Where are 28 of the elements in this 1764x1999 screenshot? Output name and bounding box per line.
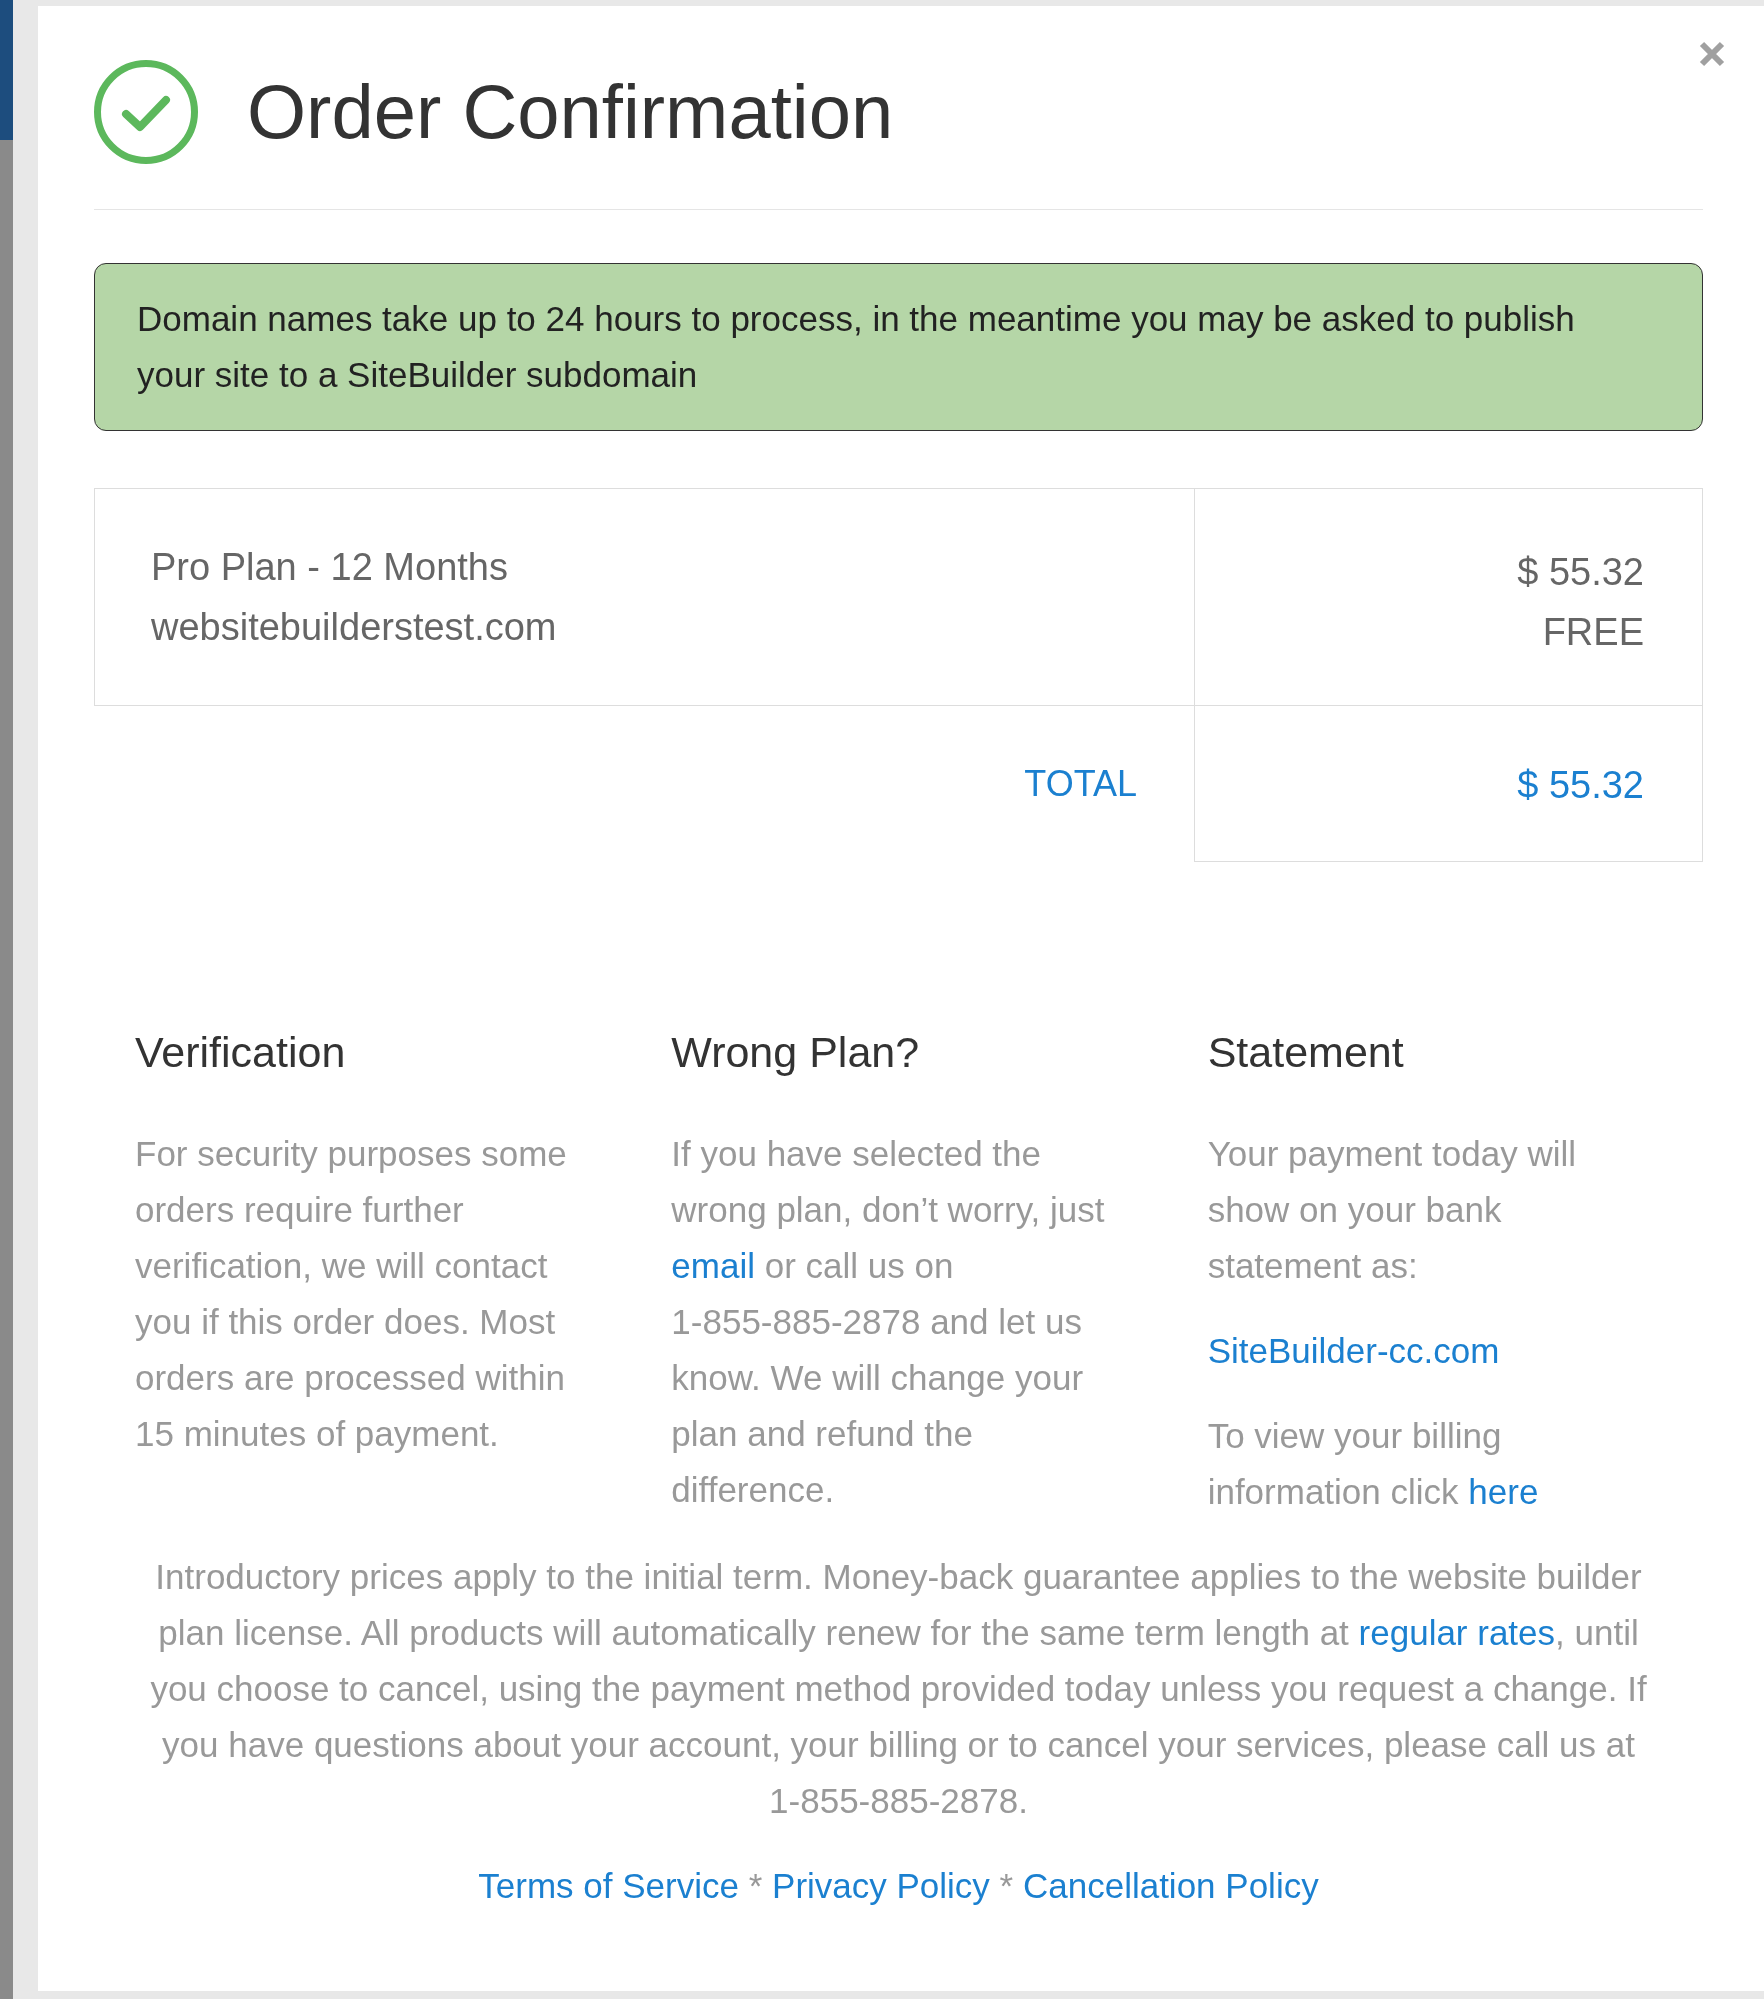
section-text: For security purposes some orders require further verification, we will contact you if this order does. Most orders are processed within 15 minutes of payment. bbox=[135, 1132, 568, 1455]
link-separator: * bbox=[748, 1865, 763, 1905]
close-button[interactable] bbox=[1698, 40, 1726, 68]
section-heading: Wrong Plan? bbox=[671, 1026, 921, 1078]
item-price: $ 55.32 bbox=[1516, 550, 1644, 595]
section-heading: Statement bbox=[1207, 1026, 1405, 1078]
legal-notice: Introductory prices apply to the initial term. Money-back guarantee applies to the website builder plan license. All products will automatically renew for the same term length at regular rates, until you choose to cancel, using the payment method provided today unless you request a change. If you have questions about your account, your billing or to cancel your services, please call us at 1-855-885-2878. bbox=[149, 1555, 1648, 1822]
section-text: If you have selected the wrong plan, don’t worry, just email or call us on 1-855-885-2878 and let us know. We will change your plan and refund the difference. bbox=[671, 1132, 1106, 1511]
section-heading: Verification bbox=[135, 1026, 347, 1078]
link-separator: * bbox=[999, 1865, 1014, 1905]
total-label: TOTAL bbox=[1024, 763, 1137, 804]
web-address-link[interactable]: SiteBuilder-cc.com bbox=[1207, 1322, 1500, 1379]
footer-link[interactable]: Cancellation Policy bbox=[1022, 1865, 1319, 1905]
section-text: To view your billing information click here bbox=[1207, 1414, 1540, 1513]
section-text: Your payment today will show on your bank statement as: bbox=[1207, 1132, 1577, 1287]
item-name: Pro Plan - 12 Months bbox=[151, 545, 509, 590]
alert-message: Domain names take up to 24 hours to process, in the meantime you may be asked to publish your site to a SiteBuilder subdomain bbox=[94, 263, 1703, 431]
inline-link[interactable]: email bbox=[671, 1245, 755, 1285]
close-icon bbox=[1698, 40, 1726, 68]
total-amount: $ 55.32 bbox=[1517, 764, 1644, 806]
inline-link[interactable]: here bbox=[1468, 1471, 1539, 1511]
modal-title: Order Confirmation bbox=[247, 69, 894, 154]
footer-link[interactable]: Privacy Policy bbox=[772, 1865, 990, 1905]
check-circle-icon bbox=[94, 59, 198, 164]
item-price: FREE bbox=[1541, 610, 1644, 655]
item-domain: websitebuilderstest.com bbox=[151, 605, 558, 650]
inline-link[interactable]: regular rates bbox=[1358, 1612, 1556, 1652]
footer-link[interactable]: Terms of Service bbox=[478, 1865, 739, 1905]
